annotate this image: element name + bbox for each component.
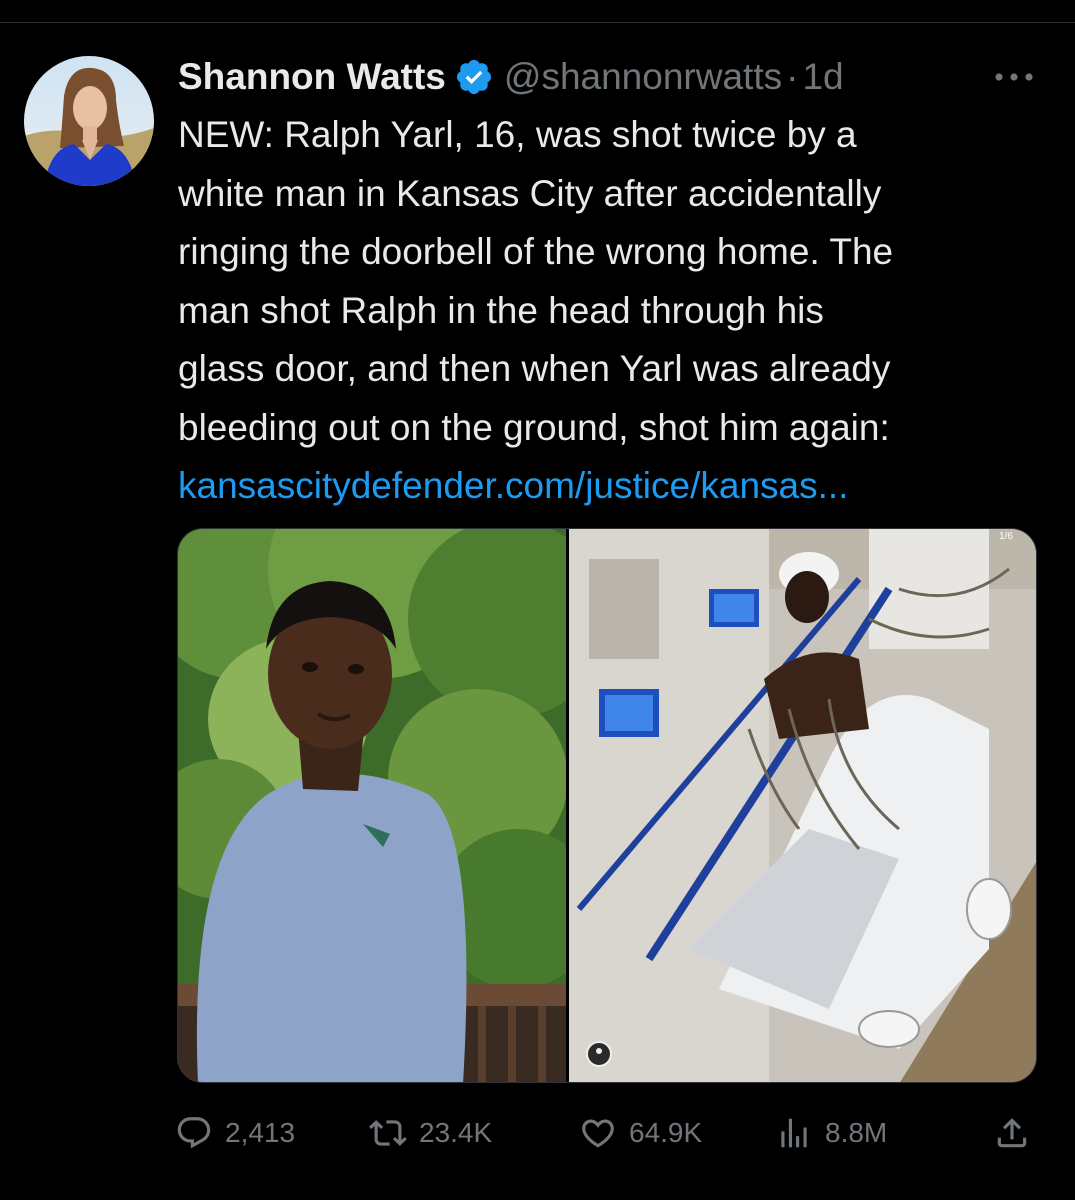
like-count: 64.9K xyxy=(629,1117,703,1148)
tweet-text-line: man shot Ralph in the head through his xyxy=(178,289,824,331)
reply-bubble-icon xyxy=(177,1117,211,1149)
article-link[interactable]: kansascitydefender.com/justice/kansas... xyxy=(178,457,1058,516)
verified-badge-icon[interactable] xyxy=(454,57,494,97)
tweet-actions: 2,413 23.4K 64.9K 8.8M xyxy=(175,1110,1045,1156)
media-photo-hospital[interactable]: 1/6 xyxy=(569,529,1036,1082)
views-bar-chart-icon xyxy=(781,1118,807,1148)
reply-count: 2,413 xyxy=(225,1117,296,1148)
retweet-count: 23.4K xyxy=(419,1117,493,1148)
separator-dot: · xyxy=(786,56,799,97)
like-button[interactable]: 64.9K xyxy=(579,1110,702,1156)
view-count: 8.8M xyxy=(825,1117,888,1148)
share-upload-icon xyxy=(997,1118,1027,1148)
tweet-text: NEW: Ralph Yarl, 16, was shot twice by a… xyxy=(178,106,1058,516)
top-divider xyxy=(0,22,1075,23)
user-handle[interactable]: @shannonrwatts xyxy=(504,56,782,98)
tweet-text-line: ringing the doorbell of the wrong home. … xyxy=(178,231,894,272)
more-horizontal-icon[interactable] xyxy=(990,62,1040,92)
tweet-text-line: NEW: Ralph Yarl, 16, was shot twice by a xyxy=(178,114,857,155)
tweet-header: Shannon Watts @shannonrwatts · 1d xyxy=(178,54,844,100)
heart-icon xyxy=(582,1119,614,1148)
media-grid: 1/6 xyxy=(177,528,1037,1083)
reply-button[interactable]: 2,413 xyxy=(175,1110,295,1156)
retweet-icon xyxy=(369,1120,407,1146)
timestamp[interactable]: 1d xyxy=(802,56,843,98)
tweet-text-line: white man in Kansas City after accidenta… xyxy=(178,172,882,214)
avatar[interactable] xyxy=(24,56,154,186)
tweet-text-line: bleeding out on the ground, shot him aga… xyxy=(178,406,890,448)
retweet-button[interactable]: 23.4K xyxy=(369,1110,492,1156)
views-button[interactable]: 8.8M xyxy=(775,1110,887,1156)
media-photo-portrait[interactable] xyxy=(178,529,566,1082)
media-counter: 1/6 xyxy=(999,531,1013,542)
share-button[interactable] xyxy=(993,1110,1043,1156)
tweet-text-line: glass door, and then when Yarl was alrea… xyxy=(178,348,891,389)
display-name[interactable]: Shannon Watts xyxy=(178,56,446,98)
